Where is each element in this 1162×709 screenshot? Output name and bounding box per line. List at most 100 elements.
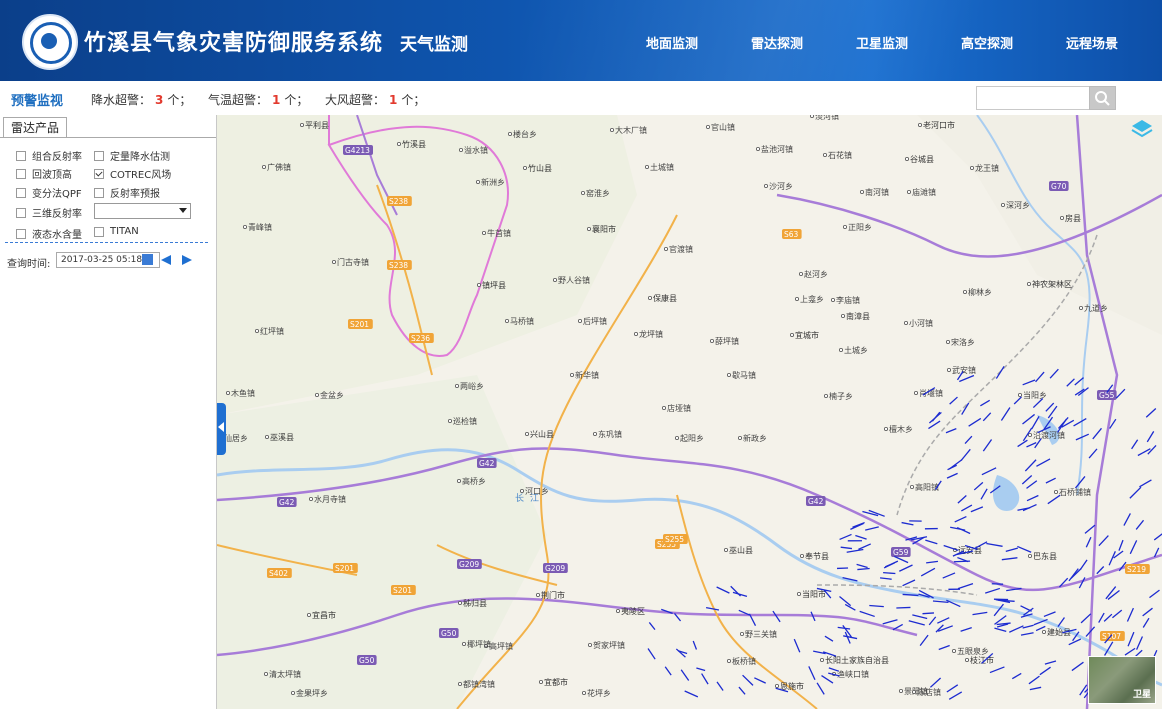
road-shield-label: S219 <box>1127 565 1146 574</box>
place-label: 南河镇 <box>865 187 889 197</box>
place-marker <box>910 484 915 489</box>
place-label: 巫溪县 <box>270 432 294 442</box>
place-label: 青峰镇 <box>248 222 272 232</box>
place-label: 仙居乡 <box>224 433 248 443</box>
place-label: 荆门市 <box>541 590 565 600</box>
place-marker <box>884 426 889 431</box>
place-marker <box>726 659 731 664</box>
place-label: 奉节县 <box>805 551 829 561</box>
nav-ground-monitoring[interactable]: 地面监测 <box>646 33 698 52</box>
place-marker <box>307 612 312 617</box>
place-marker <box>661 405 666 410</box>
reflectivity-select[interactable] <box>94 203 191 219</box>
checkbox-checked[interactable] <box>94 168 104 179</box>
checkbox[interactable] <box>16 207 26 218</box>
place-marker <box>264 672 269 677</box>
checkbox[interactable] <box>16 228 26 239</box>
road-shield-label: G4213 <box>345 146 370 155</box>
option-cotrec-wind[interactable]: COTREC风场 <box>94 166 171 181</box>
radar-product-panel: 雷达产品 组合反射率 定量降水估测 回波顶高 COTREC风场 变分法QPF 反… <box>0 115 217 709</box>
tab-radar-products[interactable]: 雷达产品 <box>3 117 67 138</box>
place-marker <box>538 680 543 685</box>
option-reflectivity-forecast[interactable]: 反射率预报 <box>94 185 160 200</box>
place-label: 秭归县 <box>463 598 487 608</box>
previous-time-button[interactable] <box>161 255 171 265</box>
chevron-down-icon <box>179 208 187 213</box>
next-time-button[interactable] <box>182 255 192 265</box>
place-marker <box>775 684 780 689</box>
checkbox[interactable] <box>94 226 104 237</box>
place-marker <box>519 488 524 493</box>
temperature-warning[interactable]: 气温超警： 1 个； <box>208 91 308 108</box>
place-label: 椰坪镇 <box>467 639 491 649</box>
place-label: 高桥乡 <box>462 476 486 486</box>
place-label: 赵河乡 <box>804 269 828 279</box>
nav-satellite-monitoring[interactable]: 卫星监测 <box>856 33 908 52</box>
collapse-sidebar-button[interactable] <box>217 403 226 455</box>
place-label: 谷城县 <box>910 155 934 164</box>
place-marker <box>552 277 557 282</box>
place-label: 李庙镇 <box>836 295 860 305</box>
option-composite-reflectivity[interactable]: 组合反射率 <box>16 148 82 163</box>
checkbox[interactable] <box>16 150 26 161</box>
place-label: 襄阳市 <box>592 224 616 234</box>
place-marker <box>609 127 614 132</box>
checkbox[interactable] <box>16 187 26 198</box>
option-label: 组合反射率 <box>32 152 82 163</box>
warning-unit: 个； <box>284 93 309 107</box>
place-label: 后坪镇 <box>583 316 607 326</box>
option-3d-reflectivity[interactable]: 三维反射率 <box>16 205 82 220</box>
option-titan[interactable]: TITAN <box>94 226 139 237</box>
place-marker <box>461 642 466 647</box>
app-header: 竹溪县气象灾害防御服务系统 天气监测 地面监测 雷达探测 卫星监测 高空探测 远… <box>0 0 1162 81</box>
option-echo-top[interactable]: 回波顶高 <box>16 166 72 181</box>
place-marker <box>524 431 529 436</box>
place-marker <box>899 689 904 694</box>
place-marker <box>738 435 743 440</box>
nav-radar-detection[interactable]: 雷达探测 <box>751 33 803 52</box>
road-shield-label: G42 <box>479 459 495 468</box>
calendar-icon[interactable] <box>142 254 153 265</box>
satellite-label: 卫星 <box>1132 690 1151 700</box>
nav-remote-scene[interactable]: 远程场景 <box>1066 33 1118 52</box>
wind-warning[interactable]: 大风超警： 1 个； <box>325 91 425 108</box>
checkbox[interactable] <box>94 187 104 198</box>
page-title: 天气监测 <box>400 35 468 55</box>
place-label: 楠子乡 <box>829 391 853 401</box>
place-label: 楼台乡 <box>513 129 537 139</box>
place-label: 宜都市 <box>544 677 568 687</box>
road-shield-label: G50 <box>441 629 457 638</box>
layers-button[interactable] <box>1130 117 1154 141</box>
search-button[interactable] <box>1089 86 1116 110</box>
place-marker <box>300 122 305 127</box>
search-input[interactable] <box>976 86 1094 110</box>
option-variational-qpf[interactable]: 变分法QPF <box>16 185 82 200</box>
place-label: 房县 <box>1065 213 1081 223</box>
river-label: 长江 <box>515 492 545 504</box>
place-label: 淡河镇 <box>815 115 839 121</box>
place-label: 官山镇 <box>711 122 735 132</box>
place-marker <box>315 392 320 397</box>
precip-warning[interactable]: 降水超警： 3 个； <box>91 91 191 108</box>
map-canvas[interactable]: 平利县 竹溪县 楼台乡 大木厂镇 官山镇 淡河镇 老河口市 广佛镇 溢水镇 竹山县 盐池河镇 石花镇谷… <box>217 115 1162 709</box>
place-marker <box>723 547 728 552</box>
place-marker <box>1028 553 1033 558</box>
option-quantitative-precip[interactable]: 定量降水估测 <box>94 148 170 163</box>
wind-barb <box>896 606 911 609</box>
place-marker <box>905 157 910 162</box>
warning-unit: 个； <box>167 93 192 107</box>
satellite-thumbnail-button[interactable]: 卫星 <box>1088 656 1156 704</box>
nav-upper-air-detection[interactable]: 高空探测 <box>961 33 1013 52</box>
place-label: 花坪乡 <box>587 688 611 698</box>
place-marker <box>790 332 795 337</box>
place-label: 长阳土家族自治县 <box>825 655 889 665</box>
place-label: 新政乡 <box>743 433 767 443</box>
checkbox[interactable] <box>94 150 104 161</box>
place-label: 官渡镇 <box>669 244 693 254</box>
road-shield-label: G42 <box>279 498 295 507</box>
option-liquid-water[interactable]: 液态水含量 <box>16 226 82 241</box>
checkbox[interactable] <box>16 168 26 179</box>
place-label: 薛坪镇 <box>715 336 739 346</box>
place-marker <box>265 434 270 439</box>
place-label: 石桥铺镇 <box>1059 487 1091 497</box>
